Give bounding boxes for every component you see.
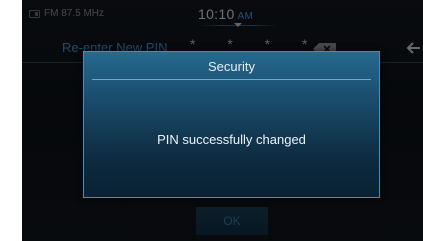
dialog-title: Security bbox=[208, 59, 255, 74]
head-unit-screen: FM 87.5 MHz 10:10 AM Re-enter New PIN * *… bbox=[22, 0, 423, 241]
dialog-message: PIN successfully changed bbox=[157, 132, 306, 147]
security-dialog: Security PIN successfully changed bbox=[83, 51, 380, 198]
dialog-divider bbox=[92, 79, 371, 80]
